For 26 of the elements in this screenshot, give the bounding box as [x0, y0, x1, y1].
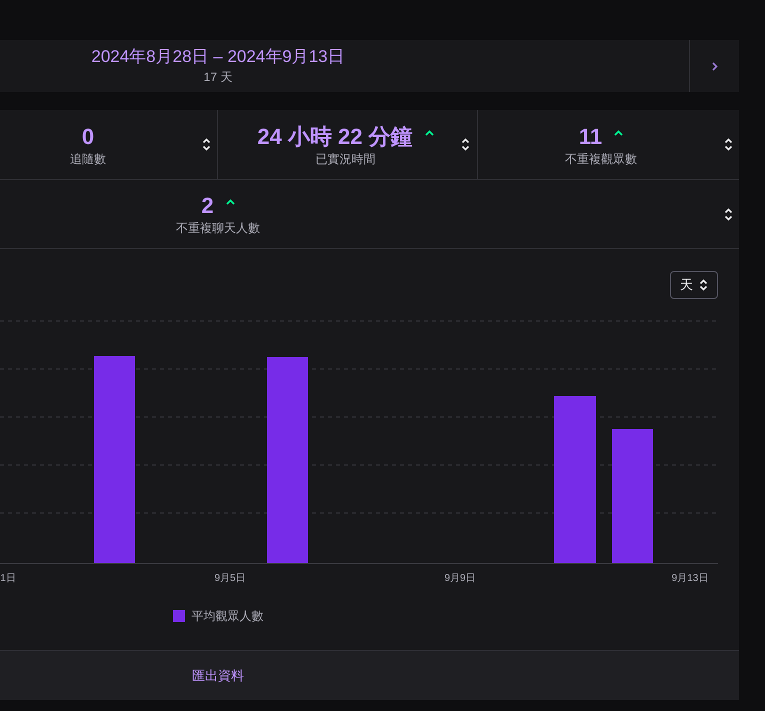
- export-data-link[interactable]: 匯出資料: [192, 666, 244, 686]
- stat-value: 11: [578, 122, 602, 150]
- legend-label: 平均觀眾人數: [192, 608, 264, 625]
- sort-icon[interactable]: [202, 138, 211, 151]
- stat-value: 0: [82, 122, 94, 150]
- sort-icon[interactable]: [724, 208, 733, 220]
- stat-label: 已實況時間: [316, 150, 376, 166]
- stat-label: 不重複觀眾數: [565, 150, 637, 166]
- x-axis-label: 9月5日: [214, 572, 246, 586]
- stat-value: 24 小時 22 分鐘: [257, 122, 413, 150]
- trend-up-icon: [226, 199, 235, 205]
- sort-icon[interactable]: [724, 138, 733, 151]
- chevron-right-icon: [712, 62, 718, 70]
- x-axis-label: 9月13日: [672, 572, 708, 586]
- stat-label: 不重複聊天人數: [176, 220, 260, 236]
- stat-label: 追隨數: [70, 150, 106, 166]
- trend-up-icon: [614, 130, 624, 136]
- trend-up-icon: [424, 130, 434, 136]
- stat-value: 2: [201, 192, 214, 220]
- sort-icon: [699, 279, 708, 291]
- interval-select[interactable]: 天: [670, 271, 718, 299]
- sort-icon[interactable]: [461, 138, 470, 151]
- x-axis-label: 9月9日: [444, 572, 476, 586]
- day-count: 17 天: [204, 69, 232, 85]
- x-axis-label: 1日: [0, 572, 16, 586]
- date-range: 2024年8月28日 – 2024年9月13日: [91, 47, 345, 67]
